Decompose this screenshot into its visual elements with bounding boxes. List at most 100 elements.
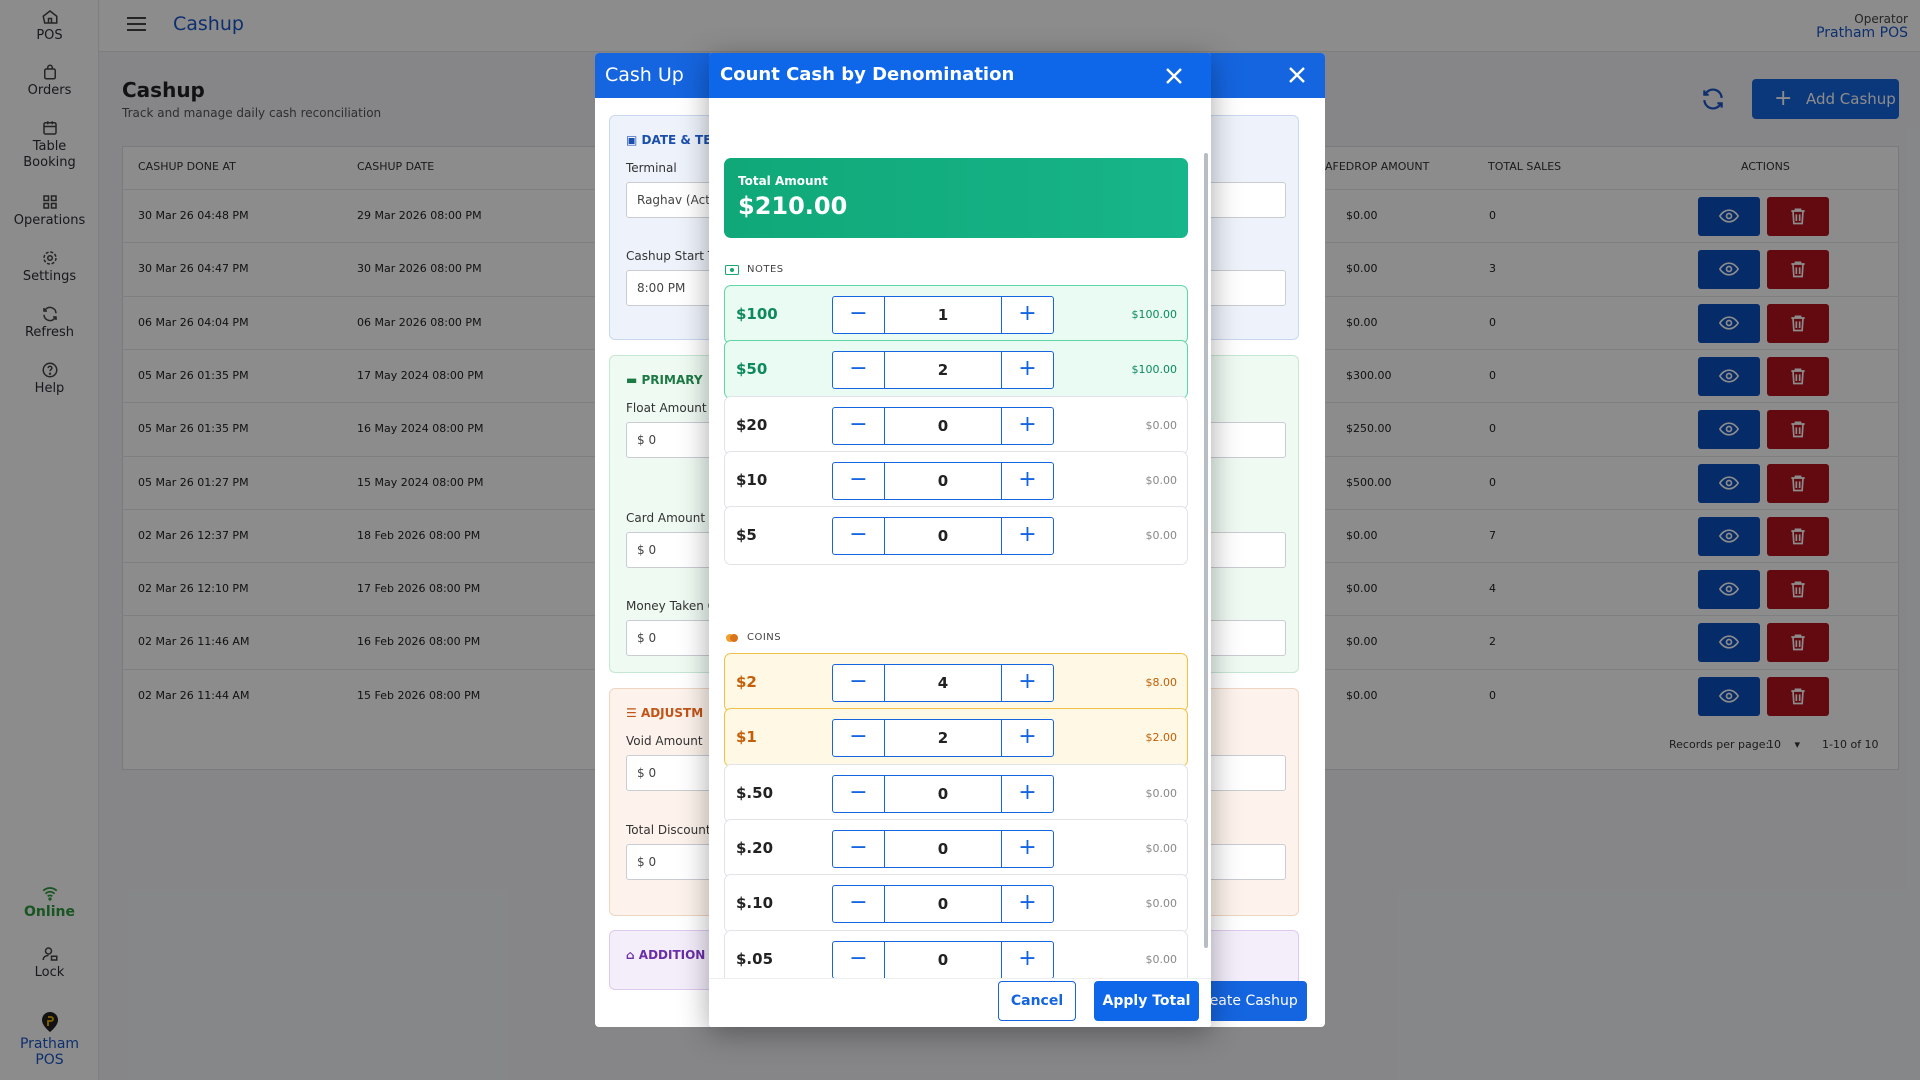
denomination-row: $.50 −0 + $0.00	[724, 763, 1188, 823]
increment-button[interactable]: +	[1001, 665, 1053, 701]
banknote-icon	[725, 265, 739, 275]
denomination-label: $.05	[736, 949, 774, 968]
denomination-subtotal: $0.00	[1145, 897, 1178, 911]
quantity-stepper: −0 +	[832, 406, 1054, 445]
quantity-input[interactable]: 0	[885, 408, 1001, 444]
total-amount-card: Total Amount $210.00	[724, 158, 1188, 238]
discount-label: Total Discount	[626, 823, 711, 837]
denomination-label: $5	[736, 526, 757, 545]
denomination-subtotal: $100.00	[1131, 308, 1178, 321]
denomination-row: $10 −0 + $0.00	[724, 450, 1188, 510]
denomination-subtotal: $0.00	[1145, 952, 1178, 966]
quantity-stepper: −1 +	[832, 296, 1054, 334]
denomination-subtotal: $0.00	[1145, 841, 1178, 855]
total-amount-label: Total Amount	[738, 174, 828, 188]
quantity-input[interactable]: 0	[885, 518, 1001, 554]
apply-total-button[interactable]: Apply Total	[1094, 981, 1199, 1021]
denomination-label: $10	[736, 470, 768, 489]
denomination-subtotal: $0.00	[1145, 786, 1178, 800]
quantity-input[interactable]: 2	[885, 720, 1001, 756]
decrement-button[interactable]: −	[833, 407, 885, 444]
quantity-stepper: −0 +	[832, 774, 1054, 813]
card-label: Card Amount *	[626, 511, 715, 525]
decrement-button[interactable]: −	[833, 886, 885, 923]
decrement-button[interactable]: −	[833, 941, 885, 978]
denomination-label: $.10	[736, 894, 774, 913]
decrement-button[interactable]: −	[833, 830, 885, 867]
close-icon[interactable]	[1287, 65, 1307, 85]
denomination-row: $1 −2 + $2.00	[724, 708, 1188, 768]
quantity-stepper: −0 +	[832, 829, 1054, 868]
coins-icon	[726, 634, 738, 642]
denomination-subtotal: $2.00	[1145, 731, 1178, 745]
start-time-label: Cashup Start Ti	[626, 249, 719, 263]
decrement-button[interactable]: −	[833, 297, 885, 333]
quantity-input[interactable]: 2	[885, 352, 1001, 388]
increment-button[interactable]: +	[1001, 830, 1053, 867]
denomination-row: $100 −1 + $100.00	[724, 285, 1188, 344]
quantity-stepper: −4 +	[832, 664, 1054, 702]
quantity-stepper: −2 +	[832, 351, 1054, 390]
void-label: Void Amount	[626, 734, 703, 748]
denomination-label: $50	[736, 360, 768, 379]
notes-group-label: NOTES	[747, 264, 784, 275]
cancel-button[interactable]: Cancel	[998, 981, 1076, 1021]
increment-button[interactable]: +	[1001, 297, 1053, 333]
quantity-stepper: −0 +	[832, 517, 1054, 556]
coins-group-label: COINS	[747, 632, 782, 643]
quantity-stepper: −0 +	[832, 940, 1054, 979]
denomination-label: $100	[736, 305, 778, 323]
denomination-modal: Count Cash by Denomination Total Amount …	[709, 53, 1211, 1027]
decrement-button[interactable]: −	[833, 518, 885, 555]
decrement-button[interactable]: −	[833, 665, 885, 701]
quantity-input[interactable]: 0	[885, 942, 1001, 978]
quantity-input[interactable]: 0	[885, 776, 1001, 812]
denomination-label: $1	[736, 728, 757, 747]
total-amount-value: $210.00	[738, 192, 848, 220]
denomination-label: $.50	[736, 783, 774, 802]
denomination-subtotal: $100.00	[1131, 363, 1178, 377]
quantity-input[interactable]: 0	[885, 831, 1001, 867]
section-title: ☰ ADJUSTM	[626, 706, 704, 720]
close-icon[interactable]	[1164, 66, 1184, 86]
denomination-label: $2	[736, 673, 757, 691]
increment-button[interactable]: +	[1001, 775, 1053, 812]
increment-button[interactable]: +	[1001, 407, 1053, 444]
increment-button[interactable]: +	[1001, 462, 1053, 499]
denomination-row: $2 −4 + $8.00	[724, 653, 1188, 712]
denomination-subtotal: $0.00	[1145, 473, 1178, 487]
denomination-subtotal: $0.00	[1145, 529, 1178, 543]
decrement-button[interactable]: −	[833, 462, 885, 499]
denomination-label: $20	[736, 415, 768, 434]
increment-button[interactable]: +	[1001, 352, 1053, 389]
denomination-row: $.10 −0 + $0.00	[724, 874, 1188, 934]
increment-button[interactable]: +	[1001, 720, 1053, 757]
denomination-row: $50 −2 + $100.00	[724, 340, 1188, 400]
quantity-stepper: −0 +	[832, 885, 1054, 924]
scrollbar[interactable]	[1204, 153, 1208, 948]
decrement-button[interactable]: −	[833, 720, 885, 757]
terminal-label: Terminal	[626, 161, 677, 175]
denomination-modal-title: Count Cash by Denomination	[709, 53, 1211, 98]
money-taken-label: Money Taken O	[626, 599, 718, 613]
section-title: ▬ PRIMARY	[626, 373, 703, 387]
quantity-stepper: −0 +	[832, 461, 1054, 500]
denomination-row: $5 −0 + $0.00	[724, 506, 1188, 566]
section-title: ▣ DATE & TE	[626, 133, 712, 147]
decrement-button[interactable]: −	[833, 352, 885, 389]
denomination-subtotal: $0.00	[1145, 418, 1178, 432]
float-label: Float Amount *	[626, 401, 716, 415]
quantity-input[interactable]: 1	[885, 297, 1001, 333]
increment-button[interactable]: +	[1001, 886, 1053, 923]
denomination-label: $.20	[736, 838, 774, 857]
denomination-row: $20 −0 + $0.00	[724, 395, 1188, 455]
decrement-button[interactable]: −	[833, 775, 885, 812]
denomination-list[interactable]: Total Amount $210.00 NOTES $100−1 + $100.0…	[709, 98, 1211, 1021]
quantity-input[interactable]: 4	[885, 665, 1001, 701]
quantity-input[interactable]: 0	[885, 463, 1001, 499]
create-cashup-button[interactable]: reate Cashup	[1195, 981, 1307, 1021]
increment-button[interactable]: +	[1001, 518, 1053, 555]
quantity-input[interactable]: 0	[885, 886, 1001, 922]
quantity-stepper: −2 +	[832, 719, 1054, 758]
increment-button[interactable]: +	[1001, 941, 1053, 978]
